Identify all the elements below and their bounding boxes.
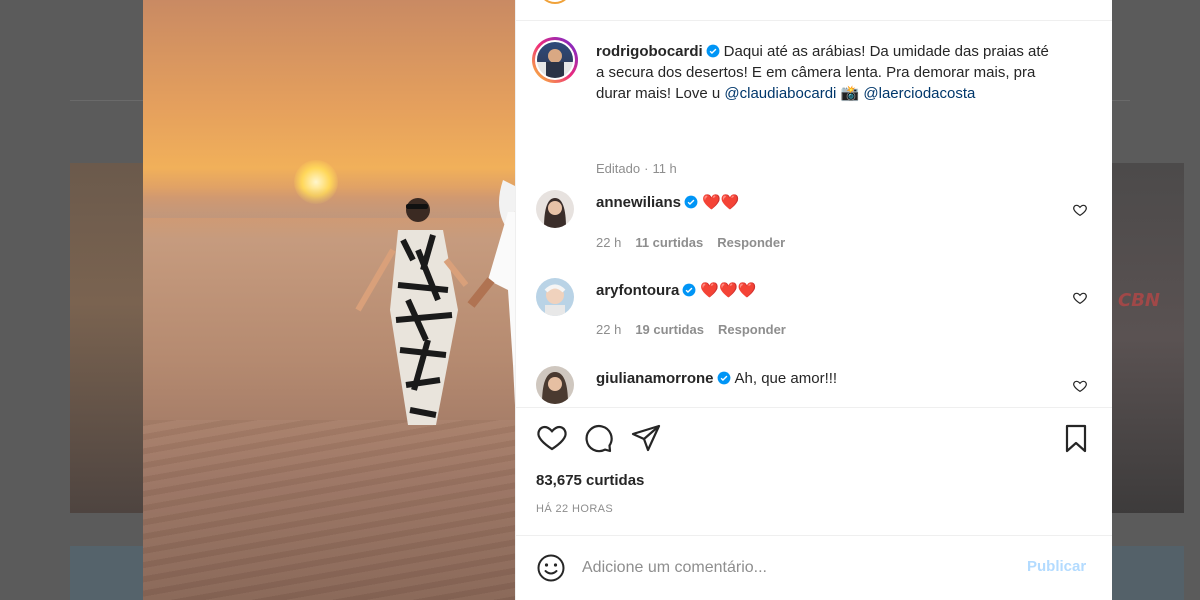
comment-item: annewilians ❤️❤️ 22 h 11 curtidas Responder <box>536 190 1092 260</box>
comment-input[interactable] <box>582 553 1002 583</box>
likes-count[interactable]: 83,675 curtidas <box>536 472 644 489</box>
bookmark-icon[interactable] <box>1060 422 1092 454</box>
background-card-left <box>70 163 150 513</box>
heart-icon[interactable] <box>536 422 568 454</box>
comment-text: ❤️❤️ <box>702 194 740 211</box>
action-bar <box>536 422 1092 456</box>
commenter-avatar[interactable] <box>536 278 574 316</box>
edited-label: Editado <box>596 161 641 176</box>
camera-emoji: 📸 <box>840 85 860 102</box>
comment-like-icon[interactable] <box>1072 202 1088 218</box>
commenter-username[interactable]: aryfontoura <box>596 282 679 299</box>
background-watermark: CBN <box>1118 290 1160 311</box>
comment-like-icon[interactable] <box>1072 290 1088 306</box>
author-username[interactable]: rodrigobocardi <box>596 43 703 60</box>
actions-divider <box>516 407 1112 408</box>
verified-icon <box>684 195 698 209</box>
emoji-icon[interactable] <box>536 553 566 583</box>
commenter-username[interactable]: annewilians <box>596 194 681 211</box>
caption-meta: Editado · 11 h <box>596 161 677 176</box>
commenter-username[interactable]: giulianamorrone <box>596 370 714 387</box>
man-figure <box>467 180 515 405</box>
comment-icon[interactable] <box>582 422 614 454</box>
publish-button[interactable]: Publicar <box>1027 558 1086 575</box>
background-card-bottom-right <box>1112 546 1184 600</box>
post-video[interactable] <box>143 0 515 600</box>
composer-divider <box>516 535 1112 536</box>
mention-link[interactable]: @claudiabocardi <box>724 85 836 102</box>
post-details-panel: rodrigobocardi Daqui até as arábias! Da u… <box>515 0 1112 600</box>
background-card-bottom-left <box>70 546 150 600</box>
comment-likes[interactable]: 19 curtidas <box>635 322 704 337</box>
comment-item: aryfontoura ❤️❤️❤️ 22 h 19 curtidas Respond… <box>536 278 1092 348</box>
commenter-avatar[interactable] <box>536 190 574 228</box>
comment-time: 22 h <box>596 235 622 250</box>
reply-button[interactable]: Responder <box>718 322 786 337</box>
comment-time: 22 h <box>596 322 622 337</box>
sand-texture <box>143 420 515 600</box>
comment-text: ❤️❤️❤️ <box>700 282 757 299</box>
author-avatar[interactable] <box>532 37 578 83</box>
background-card-right <box>1112 163 1184 513</box>
caption: rodrigobocardi Daqui até as arábias! Da u… <box>532 37 1092 176</box>
comments-list[interactable]: rodrigobocardi Daqui até as arábias! Da u… <box>516 21 1112 407</box>
comment-likes[interactable]: 11 curtidas <box>635 235 703 250</box>
woman-figure <box>355 198 468 425</box>
verified-icon <box>717 371 730 385</box>
mention-link[interactable]: @laerciodacosta <box>863 85 975 102</box>
share-icon[interactable] <box>630 422 662 454</box>
header-avatar-peek <box>538 0 572 4</box>
commenter-avatar[interactable] <box>536 366 574 404</box>
post-timestamp: HÁ 22 HORAS <box>536 503 614 515</box>
comment-like-icon[interactable] <box>1072 378 1088 394</box>
verified-icon <box>682 283 696 297</box>
comment-item: giulianamorrone Ah, que amor!!! <box>536 366 1092 407</box>
edited-time: 11 h <box>652 161 677 176</box>
comment-text: Ah, que amor!!! <box>734 370 838 387</box>
verified-icon <box>706 44 720 58</box>
reply-button[interactable]: Responder <box>717 235 785 250</box>
